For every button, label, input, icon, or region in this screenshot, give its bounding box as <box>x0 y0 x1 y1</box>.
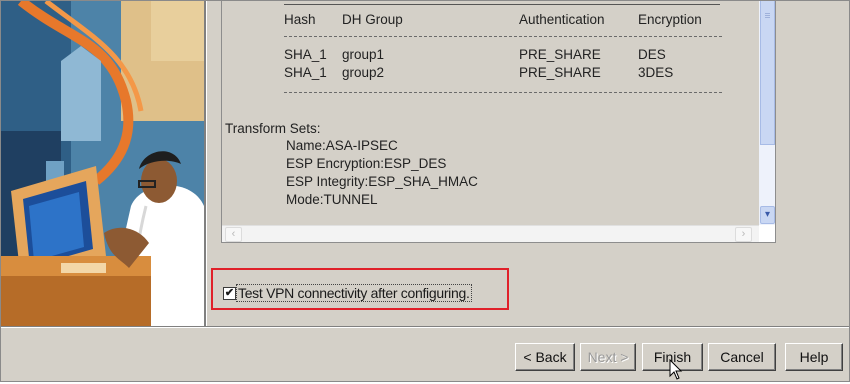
scroll-grip-line <box>765 13 770 14</box>
button-bar-separator <box>1 326 849 328</box>
scroll-grip-line <box>765 15 770 16</box>
header-divider <box>284 36 722 37</box>
table-cell: group2 <box>342 65 385 80</box>
table-cell: PRE_SHARE <box>519 65 601 80</box>
horizontal-scrollbar[interactable]: ‹ › <box>222 225 759 242</box>
vertical-scroll-thumb[interactable] <box>760 1 775 145</box>
back-button[interactable]: < Back <box>515 343 575 371</box>
chevron-right-icon: › <box>741 228 746 240</box>
transform-set-esp-encryption: ESP Encryption:ESP_DES <box>286 156 447 171</box>
transform-set-name: Name:ASA-IPSEC <box>286 138 398 153</box>
scroll-right-button[interactable]: › <box>735 227 752 242</box>
test-vpn-checkbox[interactable]: ✔ <box>223 287 236 300</box>
column-header-authentication: Authentication <box>519 12 605 27</box>
wizard-dialog: Hash DH Group Authentication Encryption … <box>0 0 850 382</box>
column-header-hash: Hash <box>284 12 316 27</box>
table-cell: group1 <box>342 47 385 62</box>
summary-text: Hash DH Group Authentication Encryption … <box>222 1 759 225</box>
table-cell: SHA_1 <box>284 65 327 80</box>
vertical-scrollbar[interactable]: ▾ <box>759 1 775 225</box>
next-button[interactable]: Next > <box>580 343 636 371</box>
scroll-down-button[interactable]: ▾ <box>760 206 775 224</box>
table-cell: PRE_SHARE <box>519 47 601 62</box>
column-header-dh-group: DH Group <box>342 12 403 27</box>
mouse-pointer-icon <box>669 358 683 384</box>
transform-sets-heading: Transform Sets: <box>225 121 321 136</box>
table-cell: SHA_1 <box>284 47 327 62</box>
scroll-left-button[interactable]: ‹ <box>225 227 242 242</box>
chevron-down-icon: ▾ <box>764 209 771 220</box>
column-header-encryption: Encryption <box>638 12 702 27</box>
table-cell: 3DES <box>638 65 674 80</box>
transform-set-mode: Mode:TUNNEL <box>286 192 378 207</box>
scroll-grip-line <box>765 17 770 18</box>
table-bottom-divider <box>284 92 722 93</box>
cancel-button[interactable]: Cancel <box>708 343 776 371</box>
checkmark-icon: ✔ <box>224 287 235 299</box>
test-vpn-checkbox-label[interactable]: Test VPN connectivity after configuring. <box>236 284 472 302</box>
wizard-content: Hash DH Group Authentication Encryption … <box>207 1 849 326</box>
table-top-rule <box>284 4 720 5</box>
summary-pane: Hash DH Group Authentication Encryption … <box>221 1 776 243</box>
help-button[interactable]: Help <box>785 343 843 371</box>
table-cell: DES <box>638 47 666 62</box>
wizard-illustration <box>1 1 204 326</box>
chevron-left-icon: ‹ <box>231 228 236 240</box>
transform-set-esp-integrity: ESP Integrity:ESP_SHA_HMAC <box>286 174 478 189</box>
